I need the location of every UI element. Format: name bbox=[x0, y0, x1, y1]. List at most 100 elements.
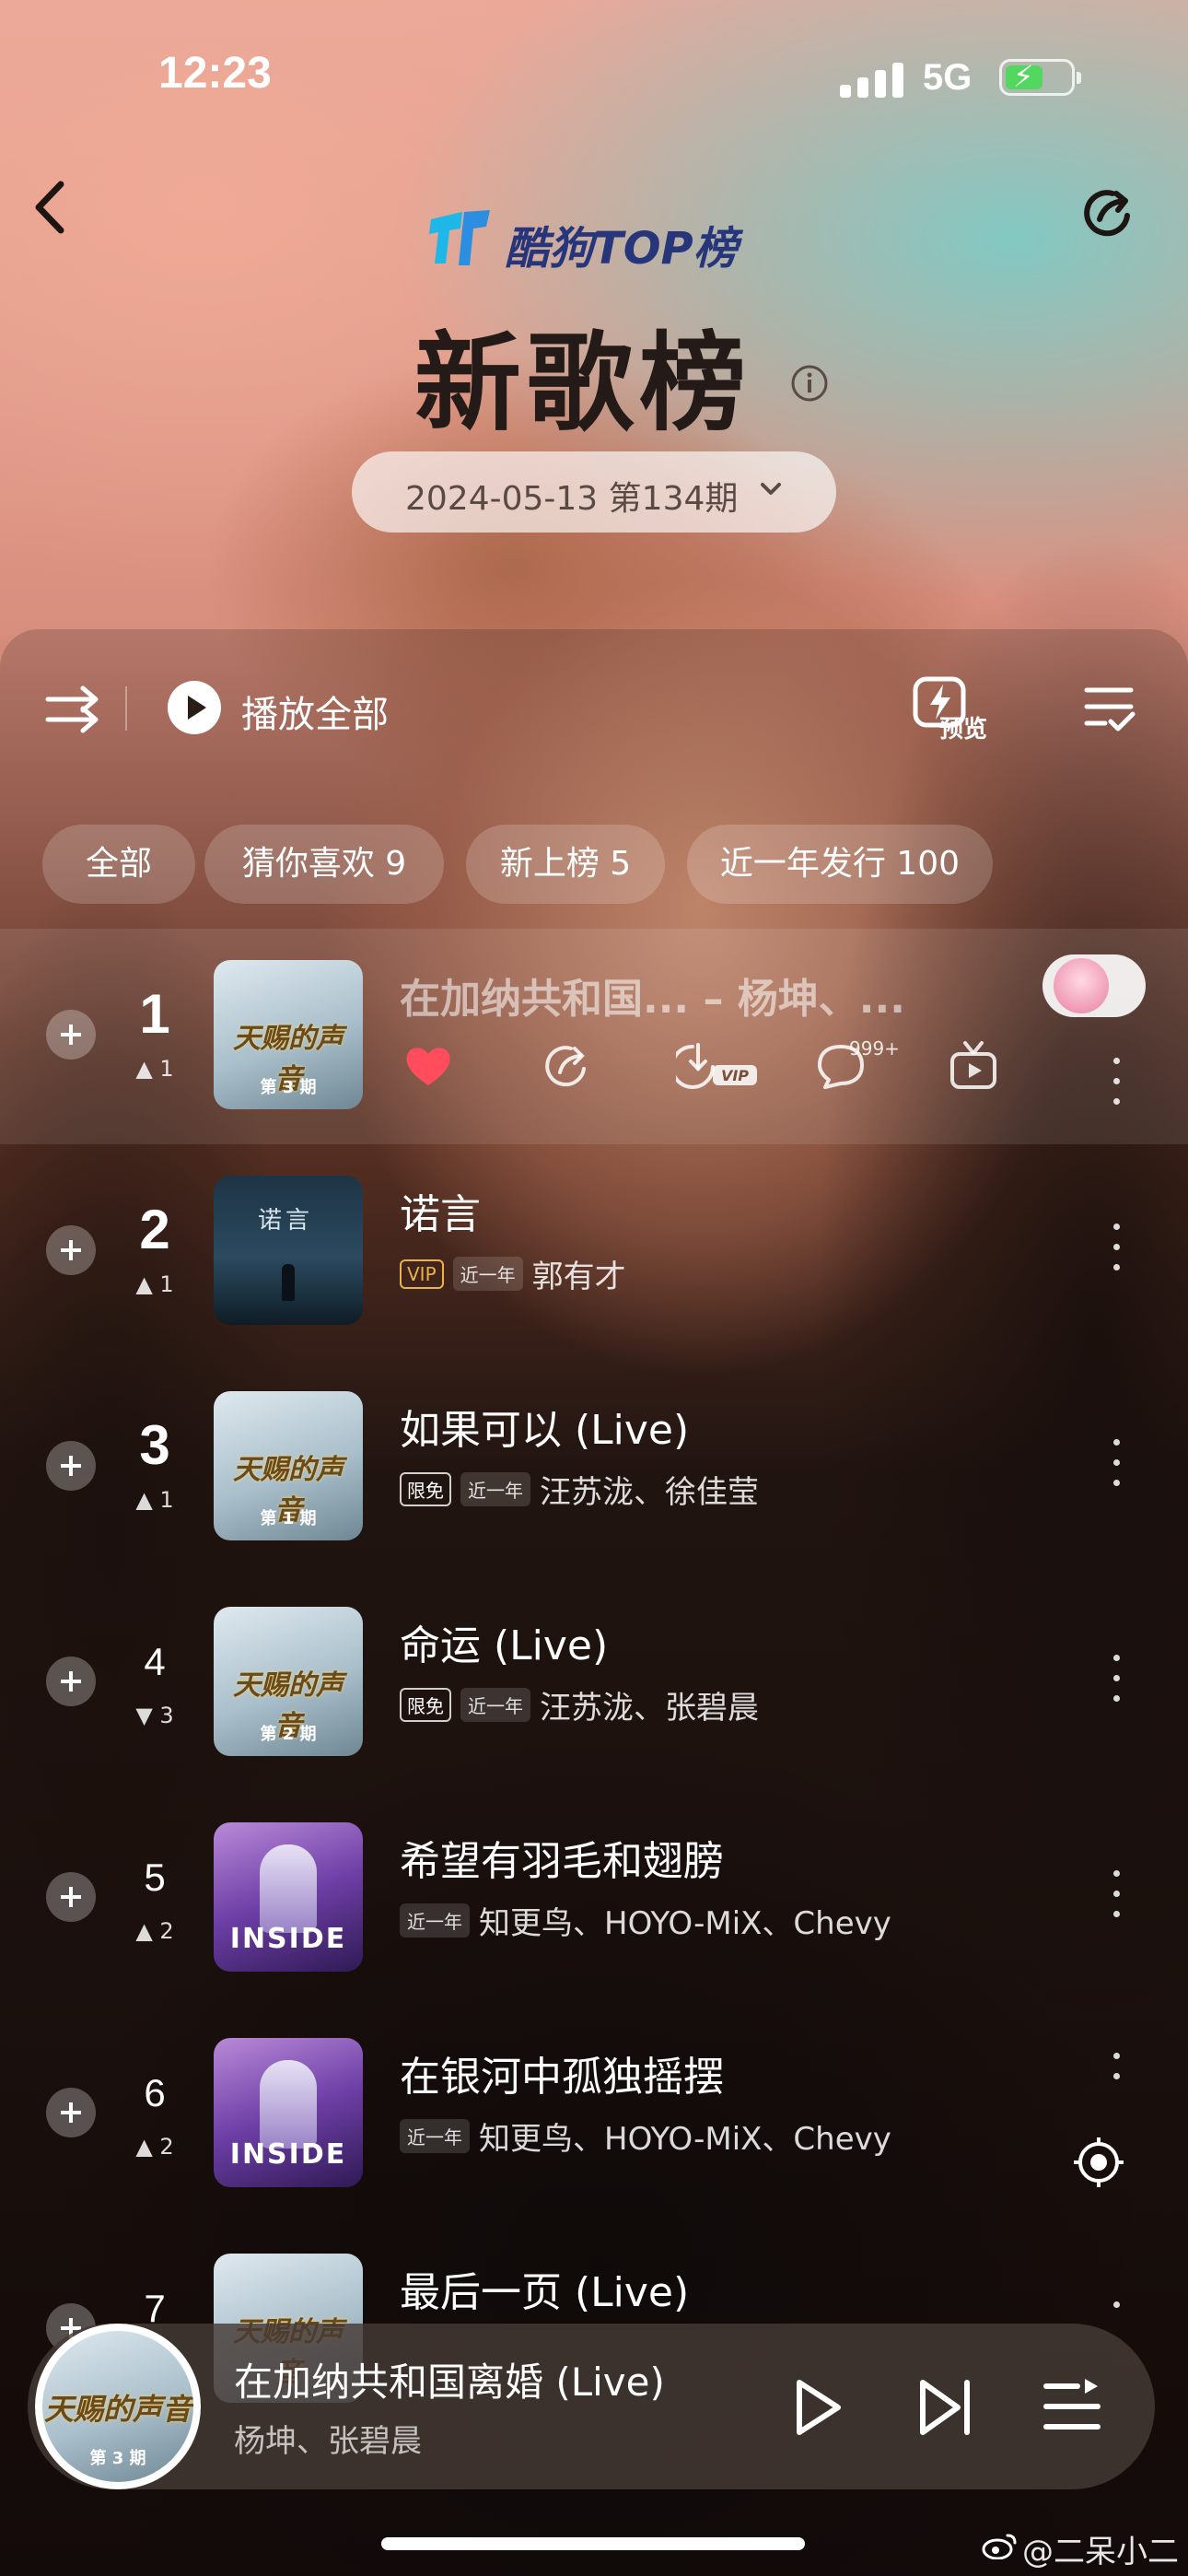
add-icon[interactable] bbox=[46, 2088, 96, 2137]
more-options-icon[interactable] bbox=[1105, 1655, 1127, 1714]
rank-number: 6 bbox=[144, 2071, 166, 2114]
song-meta: 近一年 知更鸟、HOYO-MiX、Chevy bbox=[400, 1898, 891, 1942]
svg-text:VIP: VIP bbox=[721, 1067, 749, 1084]
filter-chip-all[interactable]: 全部 bbox=[42, 825, 195, 904]
album-cover[interactable]: 天赐的声音 第 1 期 bbox=[214, 1391, 363, 1540]
play-all-label: 播放全部 bbox=[241, 694, 389, 736]
more-options-icon[interactable] bbox=[1105, 2053, 1127, 2112]
rank-number: 5 bbox=[144, 1856, 166, 1899]
now-playing-artist: 杨坤、张碧晨 bbox=[234, 2423, 422, 2460]
play-circle-icon bbox=[168, 681, 221, 734]
rank-number: 1 bbox=[139, 983, 170, 1045]
mini-player[interactable]: 天赐的声音 第 3 期 在加纳共和国离婚 (Live) 杨坤、张碧晨 bbox=[28, 2324, 1155, 2489]
song-artist: 知更鸟、HOYO-MiX、Chevy bbox=[479, 1905, 891, 1942]
song-meta: VIP 近一年 郭有才 bbox=[400, 1251, 626, 1295]
info-icon[interactable] bbox=[790, 364, 829, 403]
weibo-icon bbox=[982, 2534, 1017, 2559]
heart-icon[interactable] bbox=[400, 1037, 457, 1095]
now-playing-cover[interactable]: 天赐的声音 第 3 期 bbox=[35, 2324, 201, 2489]
filter-chip-new-entries[interactable]: 新上榜 5 bbox=[466, 825, 665, 904]
recent-year-badge: 近一年 bbox=[400, 1903, 470, 1938]
album-cover[interactable]: 天赐的声音 第 2 期 bbox=[214, 1607, 363, 1756]
status-bar: 12:23 5G ⚡ bbox=[0, 0, 1188, 147]
song-row[interactable]: 5 ▲ 2 INSIDE 希望有羽毛和翅膀 近一年 知更鸟、HOYO-MiX、Ch… bbox=[0, 1791, 1188, 2007]
rank-number: 3 bbox=[139, 1414, 170, 1476]
song-title: 命运 (Live) bbox=[400, 1622, 609, 1669]
song-row[interactable]: 4 ▼ 3 天赐的声音 第 2 期 命运 (Live) 限免 近一年 汪苏泷、张碧晨 bbox=[0, 1575, 1188, 1791]
add-icon[interactable] bbox=[46, 1872, 96, 1922]
network-label: 5G bbox=[923, 57, 973, 98]
limited-free-badge: 限免 bbox=[400, 1472, 451, 1506]
rank-number: 2 bbox=[139, 1199, 170, 1260]
mv-preview-thumbnail[interactable] bbox=[1042, 954, 1146, 1017]
album-cover[interactable]: INSIDE bbox=[214, 2038, 363, 2187]
rank-trend: ▲ 2 bbox=[135, 2134, 174, 2160]
vip-download-icon[interactable]: VIP bbox=[676, 1037, 761, 1095]
comment-count: 999+ bbox=[849, 1037, 900, 1060]
next-track-icon[interactable] bbox=[910, 2371, 982, 2443]
watermark-text: @二呆小二 bbox=[1022, 2534, 1179, 2570]
rank-trend: ▲ 2 bbox=[135, 1918, 174, 1944]
song-row[interactable]: 3 ▲ 1 天赐的声音 第 1 期 如果可以 (Live) 限免 近一年 汪苏泷、徐… bbox=[0, 1360, 1188, 1575]
share-icon[interactable] bbox=[538, 1037, 595, 1095]
add-icon[interactable] bbox=[46, 1657, 96, 1706]
mv-icon[interactable] bbox=[945, 1037, 1002, 1095]
song-artist: 汪苏泷、徐佳莹 bbox=[540, 1474, 759, 1511]
rank-trend: ▲ 1 bbox=[135, 1487, 174, 1513]
share-icon[interactable] bbox=[1076, 181, 1140, 245]
play-mode-icon[interactable] bbox=[44, 683, 101, 734]
filter-chip-recent-year[interactable]: 近一年发行 100 bbox=[687, 825, 993, 904]
filter-chip-guess-you-like[interactable]: 猜你喜欢 9 bbox=[204, 825, 444, 904]
add-icon[interactable] bbox=[46, 1441, 96, 1491]
song-row[interactable]: 2 ▲ 1 诺言 诺言 VIP 近一年 郭有才 bbox=[0, 1144, 1188, 1360]
rank-trend: ▼ 3 bbox=[135, 1703, 174, 1728]
back-icon[interactable] bbox=[24, 175, 79, 240]
period-label: 2024-05-13 第134期 bbox=[405, 480, 739, 518]
song-meta: 近一年 知更鸟、HOYO-MiX、Chevy bbox=[400, 2113, 891, 2158]
recent-year-badge: 近一年 bbox=[452, 1257, 523, 1291]
more-options-icon[interactable] bbox=[1105, 1439, 1127, 1498]
signal-icon bbox=[840, 63, 904, 98]
song-title: 最后一页 (Live) bbox=[400, 2269, 690, 2316]
chevron-down-icon bbox=[761, 483, 781, 495]
list-toolbar: 播放全部 预览 bbox=[0, 657, 1188, 758]
song-artist: 郭有才 bbox=[531, 1259, 626, 1295]
rank-trend: ▲ 1 bbox=[135, 1056, 174, 1082]
song-meta: 限免 近一年 汪苏泷、张碧晨 bbox=[400, 1682, 759, 1727]
song-title: 诺言 bbox=[400, 1191, 481, 1238]
preview-label: 预览 bbox=[939, 716, 988, 744]
playlist-icon[interactable] bbox=[1037, 2371, 1109, 2443]
album-cover[interactable]: INSIDE bbox=[214, 1822, 363, 1972]
recent-year-badge: 近一年 bbox=[400, 2119, 470, 2153]
add-icon[interactable] bbox=[46, 1010, 96, 1060]
now-playing-title: 在加纳共和国离婚 (Live) bbox=[234, 2359, 665, 2405]
rank-number: 4 bbox=[144, 1640, 166, 1683]
album-cover[interactable]: 天赐的声音 第 3 期 bbox=[214, 960, 363, 1109]
more-options-icon[interactable] bbox=[1105, 1058, 1127, 1117]
song-title: 在加纳共和国... – 杨坤、... bbox=[400, 976, 905, 1023]
vip-badge: VIP bbox=[400, 1259, 444, 1289]
batch-edit-icon[interactable] bbox=[1083, 683, 1136, 734]
page-title: 新歌榜 bbox=[414, 322, 751, 446]
more-options-icon[interactable] bbox=[1105, 1870, 1127, 1929]
song-actions: VIP 999+ bbox=[400, 1037, 1081, 1096]
song-row[interactable]: 6 ▲ 2 INSIDE 在银河中孤独摇摆 近一年 知更鸟、HOYO-MiX、Ch… bbox=[0, 2007, 1188, 2222]
limited-free-badge: 限免 bbox=[400, 1688, 451, 1722]
battery-icon: ⚡ bbox=[999, 59, 1081, 96]
more-options-icon[interactable] bbox=[1105, 1224, 1127, 1282]
add-icon[interactable] bbox=[46, 1225, 96, 1275]
kugou-top-logo-icon bbox=[429, 210, 490, 265]
song-title: 在银河中孤独摇摆 bbox=[400, 2054, 724, 2101]
album-cover[interactable]: 诺言 bbox=[214, 1176, 363, 1325]
song-row[interactable]: 1 ▲ 1 天赐的声音 第 3 期 在加纳共和国... – 杨坤、... VIP… bbox=[0, 929, 1188, 1144]
song-meta: 限免 近一年 汪苏泷、徐佳莹 bbox=[400, 1467, 759, 1511]
preview-button[interactable]: 预览 bbox=[912, 670, 1004, 744]
recent-year-badge: 近一年 bbox=[460, 1472, 530, 1506]
play-icon[interactable] bbox=[781, 2371, 853, 2443]
period-selector[interactable]: 2024-05-13 第134期 bbox=[352, 451, 836, 533]
locate-current-icon[interactable] bbox=[1072, 2136, 1125, 2189]
home-indicator[interactable] bbox=[381, 2537, 805, 2550]
song-title: 希望有羽毛和翅膀 bbox=[400, 1838, 724, 1885]
toolbar-divider bbox=[125, 686, 127, 731]
chart-header: 酷狗TOP榜 新歌榜 2024-05-13 第134期 bbox=[0, 157, 1188, 636]
